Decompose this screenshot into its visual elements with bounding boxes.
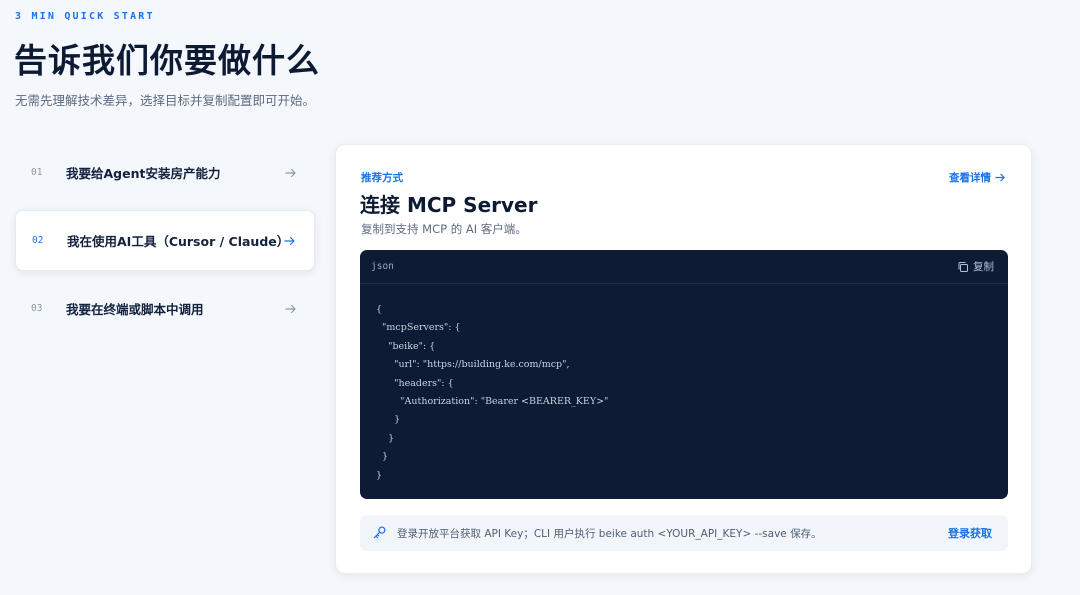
notice-text: 登录开放平台获取 API Key；CLI 用户执行 beike auth <YO…	[397, 528, 822, 540]
step-item-3[interactable]: 03 我要在终端或脚本中调用	[15, 279, 315, 338]
view-details-label: 查看详情	[949, 172, 991, 184]
arrow-right-icon	[285, 168, 296, 177]
arrow-right-icon	[995, 173, 1005, 182]
copy-icon	[958, 261, 968, 272]
step-label: 我在使用AI工具（Cursor / Claude）	[67, 234, 290, 249]
api-key-notice: 登录开放平台获取 API Key；CLI 用户执行 beike auth <YO…	[360, 515, 1008, 551]
code-block: json 复制 { "mcpServers": { "beike": { "ur…	[360, 250, 1008, 499]
arrow-right-icon	[285, 304, 296, 313]
code-header: json 复制	[360, 250, 1008, 284]
view-details-link[interactable]: 查看详情	[949, 170, 1006, 185]
page-title: 告诉我们你要做什么	[14, 41, 320, 80]
step-number: 03	[31, 303, 43, 314]
config-card: 推荐方式 查看详情 连接 MCP Server 复制到支持 MCP 的 AI 客…	[335, 144, 1032, 574]
login-get-button[interactable]: 登录获取	[948, 525, 992, 541]
copy-button[interactable]: 复制	[957, 259, 994, 274]
step-number: 02	[32, 235, 44, 246]
step-item-2[interactable]: 02 我在使用AI工具（Cursor / Claude）	[15, 210, 315, 271]
step-label: 我要给Agent安装房产能力	[66, 166, 221, 181]
code-content: { "mcpServers": { "beike": { "url": "htt…	[376, 304, 609, 481]
card-subtitle: 复制到支持 MCP 的 AI 客户端。	[361, 222, 527, 236]
page-subtitle: 无需先理解技术差异，选择目标并复制配置即可开始。	[15, 93, 316, 108]
eyebrow: 3 MIN QUICK START	[15, 11, 155, 22]
recommended-label: 推荐方式	[361, 172, 403, 184]
card-title: 连接 MCP Server	[360, 193, 538, 217]
step-list: 01 我要给Agent安装房产能力 02 我在使用AI工具（Cursor / C…	[15, 143, 315, 346]
code-language: json	[371, 261, 394, 272]
step-number: 01	[31, 167, 43, 178]
arrow-right-icon	[284, 236, 295, 245]
step-label: 我要在终端或脚本中调用	[66, 302, 204, 317]
key-icon	[373, 526, 386, 539]
copy-label: 复制	[973, 261, 994, 273]
step-item-1[interactable]: 01 我要给Agent安装房产能力	[15, 143, 315, 202]
